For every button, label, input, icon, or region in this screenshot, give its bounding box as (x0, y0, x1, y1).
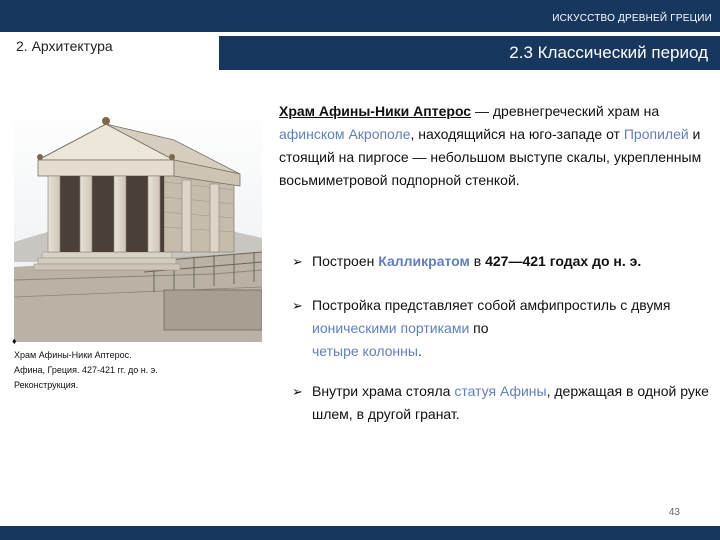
header-bar: ИСКУССТВО ДРЕВНЕЙ ГРЕЦИИ (0, 0, 720, 32)
subtitle: 2.3 Классический период (509, 43, 708, 62)
bullet-structure: ➢ Постройка представляет собой амфипрост… (292, 294, 720, 363)
arrow-bullet-icon: ➢ (292, 384, 303, 399)
arrow-bullet-icon: ➢ (292, 254, 303, 269)
page-number: 43 (668, 507, 680, 518)
kallikrates-link[interactable]: Калликратом (378, 253, 470, 269)
four-columns-link[interactable]: четыре колонны (312, 343, 418, 359)
temple-title-link[interactable]: Храм Афины-Ники Аптерос (279, 103, 471, 119)
header-label: ИСКУССТВО ДРЕВНЕЙ ГРЕЦИИ (552, 13, 712, 24)
footer-bar (0, 526, 720, 540)
bullet-text: Построен (312, 253, 379, 269)
bullet-interior: ➢ Внутри храма стояла статуя Афины, держ… (292, 380, 720, 426)
intro-paragraph: Храм Афины-Ники Аптерос — древнегречески… (279, 100, 711, 192)
intro-text: , находящийся на юго-западе от (410, 126, 624, 142)
bullet-text: Внутри храма стояла (312, 383, 455, 399)
caption-line: Афина, Греция. 427-421 гг. до н. э. (14, 365, 158, 375)
temple-illustration (14, 102, 262, 342)
bullet-architect: ➢ Построен Калликратом в 427—421 годах д… (292, 250, 720, 273)
caption-line: Храм Афины-Ники Аптерос. (14, 350, 132, 360)
propylaea-link[interactable]: Пропилей (624, 126, 689, 142)
years-text: 427—421 годах до н. э. (485, 253, 642, 269)
section-label: 2. Архитектура (16, 38, 113, 54)
image-caption: ♦ Храм Афины-Ники Аптерос. Афина, Греция… (12, 336, 214, 393)
bullet-text: в (469, 253, 486, 269)
arrow-bullet-icon: ➢ (292, 298, 303, 313)
intro-text: — древнегреческий храм на (471, 103, 660, 119)
acropolis-link[interactable]: афинском Акрополе (279, 126, 411, 142)
caption-line: Реконструкция. (14, 380, 79, 390)
caption-marker: ♦ (12, 336, 17, 346)
subtitle-bar: 2.3 Классический период (219, 36, 720, 70)
bullet-text: . (417, 343, 422, 359)
bullet-text: по (469, 320, 489, 336)
bullet-text: Постройка представляет собой амфипростил… (312, 297, 671, 313)
ionic-porticos-link[interactable]: ионическими портиками (312, 320, 469, 336)
athena-statue-link[interactable]: статуя Афины (454, 383, 546, 399)
